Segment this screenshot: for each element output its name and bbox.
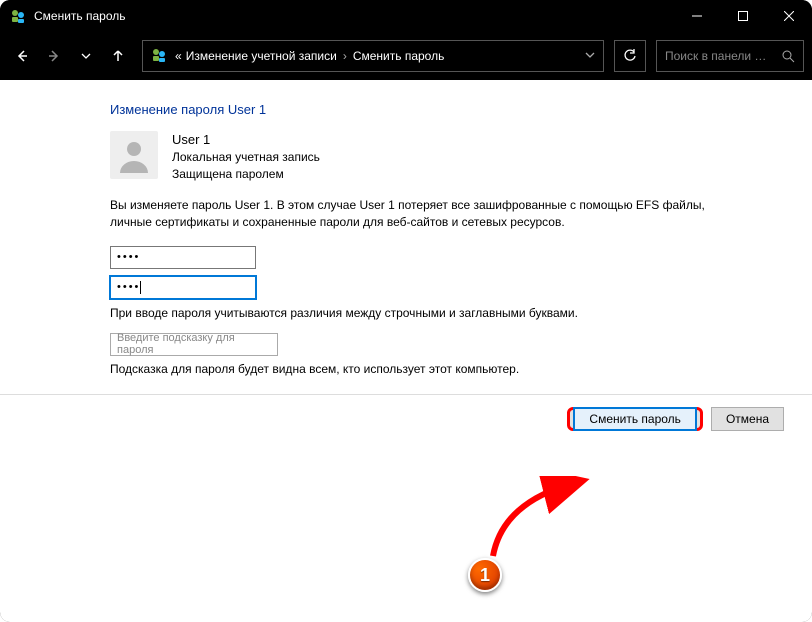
forward-button[interactable] [40,42,68,70]
search-placeholder: Поиск в панели … [665,49,782,63]
search-icon [782,50,795,63]
confirm-password-input[interactable]: •••• [110,276,256,299]
titlebar[interactable]: Сменить пароль [0,0,812,32]
maximize-button[interactable] [720,0,766,32]
breadcrumb-part2[interactable]: Сменить пароль [353,49,445,63]
hint-visibility-note: Подсказка для пароля будет видна всем, к… [110,362,784,376]
window-frame: Сменить пароль « Изменение учетной запис… [0,0,812,622]
case-sensitivity-note: При вводе пароля учитываются различия ме… [110,306,784,320]
change-password-button[interactable]: Сменить пароль [573,407,697,431]
user-status: Защищена паролем [172,166,320,183]
back-button[interactable] [8,42,36,70]
annotation-badge: 1 [468,558,502,592]
app-icon [10,8,26,24]
page-heading: Изменение пароля User 1 [110,102,784,117]
new-password-input[interactable]: •••• [110,246,256,269]
description-text: Вы изменяете пароль User 1. В этом случа… [110,197,710,232]
annotation-highlight: Сменить пароль [567,407,703,431]
user-block: User 1 Локальная учетная запись Защищена… [110,131,784,183]
annotation-arrow [463,476,603,566]
search-input[interactable]: Поиск в панели … [656,40,804,72]
content-area: Изменение пароля User 1 User 1 Локальная… [0,80,812,622]
window-title: Сменить пароль [34,9,674,23]
breadcrumb-icon [151,47,169,65]
chevron-right-icon: › [343,49,347,63]
address-bar[interactable]: « Изменение учетной записи › Сменить пар… [142,40,604,72]
cancel-button[interactable]: Отмена [711,407,784,431]
close-button[interactable] [766,0,812,32]
user-name: User 1 [172,131,320,149]
up-button[interactable] [104,42,132,70]
password-hint-input[interactable]: Введите подсказку для пароля [110,333,278,356]
button-row: Сменить пароль Отмена [110,395,812,431]
breadcrumb-prefix: « [175,49,182,63]
chevron-down-icon[interactable] [585,49,595,63]
avatar [110,131,158,179]
text-caret [140,281,141,294]
user-account-type: Локальная учетная запись [172,149,320,166]
recent-dropdown[interactable] [72,42,100,70]
breadcrumb-part1[interactable]: Изменение учетной записи [186,49,337,63]
minimize-button[interactable] [674,0,720,32]
navbar: « Изменение учетной записи › Сменить пар… [0,32,812,80]
refresh-button[interactable] [614,40,646,72]
user-info: User 1 Локальная учетная запись Защищена… [172,131,320,183]
